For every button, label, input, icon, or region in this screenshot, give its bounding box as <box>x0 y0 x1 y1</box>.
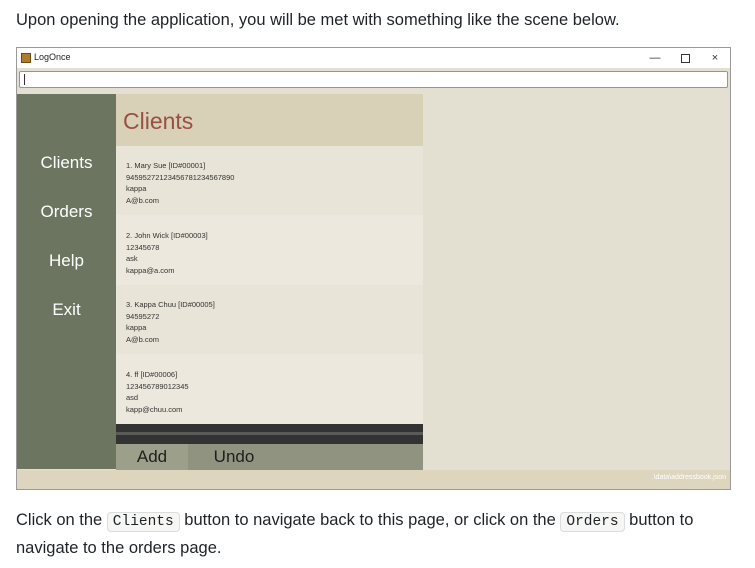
client-email: A@b.com <box>126 334 160 344</box>
action-bar: Add Undo <box>116 444 423 470</box>
outro-text: button to navigate back to this page, or… <box>179 511 561 529</box>
client-card[interactable]: 4. ff [ID#00006] 123456789012345 asd kap… <box>116 355 423 424</box>
list-scroll-area <box>116 424 423 444</box>
client-name: 3. Kappa Chuu [ID#00005] <box>126 300 215 309</box>
app-window: LogOnce — × Clients Orders Help Exit Cli… <box>16 47 731 490</box>
client-card[interactable]: 3. Kappa Chuu [ID#00005] 94595272 kappa … <box>116 285 423 354</box>
text-caret <box>24 74 25 85</box>
sidebar-item-help[interactable]: Help <box>17 251 116 271</box>
sidebar-item-orders[interactable]: Orders <box>17 202 116 222</box>
client-phone: 94595272 <box>126 311 160 321</box>
close-button[interactable]: × <box>701 50 729 66</box>
client-phone: 945952721234567812345678​90 <box>126 172 235 182</box>
command-bar <box>17 68 730 94</box>
client-note: asd <box>126 393 139 403</box>
client-note: ask <box>126 254 138 264</box>
outro-paragraph: Click on the Clients button to navigate … <box>16 507 741 561</box>
command-input[interactable] <box>19 71 728 88</box>
intro-paragraph: Upon opening the application, you will b… <box>16 11 620 29</box>
sidebar: Clients Orders Help Exit <box>17 94 116 469</box>
undo-button[interactable]: Undo <box>198 444 270 470</box>
sidebar-item-clients[interactable]: Clients <box>17 153 116 173</box>
client-email: A@b.com <box>126 195 160 205</box>
client-card[interactable]: 1. Mary Sue [ID#00001] 94595272123456781… <box>116 146 423 215</box>
client-phone: 12345678 <box>126 242 160 252</box>
client-name: 4. ff [ID#00006] <box>126 370 178 379</box>
client-name: 2. John Wick [ID#00003] <box>126 231 208 240</box>
maximize-button[interactable] <box>671 50 699 66</box>
client-card[interactable]: 2. John Wick [ID#00003] 12345678 ask kap… <box>116 216 423 285</box>
status-bar: .\data\addressbook.json <box>17 470 730 489</box>
client-note: kappa <box>126 184 147 194</box>
page-title: Clients <box>123 108 194 134</box>
app-logo-icon <box>21 53 31 63</box>
window-title: LogOnce <box>34 52 71 62</box>
client-name: 1. Mary Sue [ID#00001] <box>126 161 206 170</box>
client-email: kappa@a.com <box>126 265 175 275</box>
title-bar: LogOnce — × <box>17 48 730 68</box>
add-button[interactable]: Add <box>116 444 188 470</box>
maximize-icon <box>680 53 690 63</box>
sidebar-item-exit[interactable]: Exit <box>17 300 116 320</box>
client-note: kappa <box>126 323 147 333</box>
divider <box>116 432 423 435</box>
outro-text: Click on the <box>16 511 107 529</box>
client-list-panel: Clients 1. Mary Sue [ID#00001] 945952721… <box>116 94 423 470</box>
client-email: kapp@chuu.com <box>126 404 183 414</box>
data-file-path: .\data\addressbook.json <box>651 474 726 481</box>
detail-panel <box>423 94 730 470</box>
orders-code: Orders <box>560 512 625 532</box>
client-phone: 123456789012345 <box>126 381 189 391</box>
list-header: Clients <box>116 94 423 146</box>
clients-code: Clients <box>106 512 180 532</box>
minimize-button[interactable]: — <box>641 50 669 66</box>
